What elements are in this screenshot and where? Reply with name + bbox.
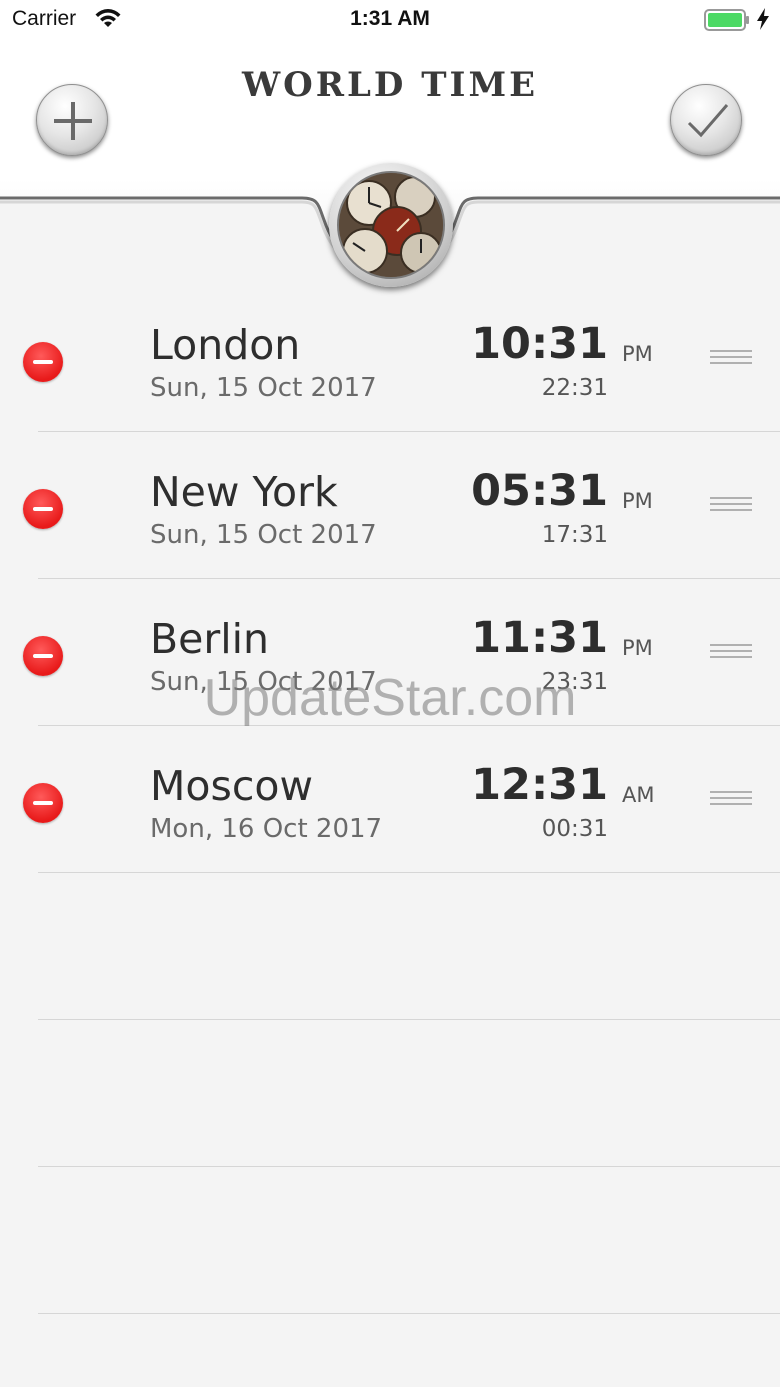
city-row-london[interactable]: London Sun, 15 Oct 2017 10:31 PM 22:31 xyxy=(23,285,780,432)
charging-bolt-icon xyxy=(757,8,769,30)
clock-medallion xyxy=(329,163,453,287)
city-name: Moscow xyxy=(150,762,313,810)
city-row-new-york[interactable]: New York Sun, 15 Oct 2017 05:31 PM 17:31 xyxy=(23,432,780,579)
delete-city-button[interactable] xyxy=(23,783,63,823)
city-time: 10:31 xyxy=(471,319,608,369)
done-button[interactable] xyxy=(670,84,742,156)
city-time-24h: 22:31 xyxy=(541,375,608,401)
delete-city-button[interactable] xyxy=(23,342,63,382)
checkmark-icon xyxy=(687,104,729,138)
battery-icon xyxy=(704,9,749,31)
city-time-24h: 00:31 xyxy=(541,816,608,842)
clock-label: 1:31 AM xyxy=(350,7,430,30)
delete-city-button[interactable] xyxy=(23,489,63,529)
status-bar: Carrier 1:31 AM xyxy=(0,0,780,40)
city-time-24h: 17:31 xyxy=(541,522,608,548)
city-row-moscow[interactable]: Moscow Mon, 16 Oct 2017 12:31 AM 00:31 xyxy=(23,726,780,873)
city-row-berlin[interactable]: Berlin Sun, 15 Oct 2017 11:31 PM 23:31 xyxy=(23,579,780,726)
city-name: Berlin xyxy=(150,615,269,663)
city-ampm: PM xyxy=(622,342,653,366)
clocks-image xyxy=(337,171,445,279)
empty-row xyxy=(38,1167,780,1314)
add-city-button[interactable] xyxy=(36,84,108,156)
drag-handle-icon[interactable] xyxy=(710,497,752,515)
header: WORLD TIME xyxy=(0,40,780,287)
page-title: WORLD TIME xyxy=(241,65,539,105)
drag-handle-icon[interactable] xyxy=(710,644,752,662)
city-name: New York xyxy=(150,468,338,516)
drag-handle-icon[interactable] xyxy=(710,350,752,368)
city-ampm: PM xyxy=(622,489,653,513)
delete-city-button[interactable] xyxy=(23,636,63,676)
city-date: Mon, 16 Oct 2017 xyxy=(150,814,383,844)
city-time-24h: 23:31 xyxy=(541,669,608,695)
plus-icon xyxy=(54,102,92,140)
city-list: London Sun, 15 Oct 2017 10:31 PM 22:31 N… xyxy=(0,285,780,1314)
city-date: Sun, 15 Oct 2017 xyxy=(150,373,377,403)
city-time: 05:31 xyxy=(471,466,608,516)
empty-row xyxy=(38,1020,780,1167)
city-date: Sun, 15 Oct 2017 xyxy=(150,520,377,550)
city-ampm: AM xyxy=(622,783,655,807)
city-name: London xyxy=(150,321,301,369)
city-date: Sun, 15 Oct 2017 xyxy=(150,667,377,697)
city-ampm: PM xyxy=(622,636,653,660)
city-time: 11:31 xyxy=(471,613,608,663)
city-time: 12:31 xyxy=(471,760,608,810)
drag-handle-icon[interactable] xyxy=(710,791,752,809)
empty-row xyxy=(38,873,780,1020)
